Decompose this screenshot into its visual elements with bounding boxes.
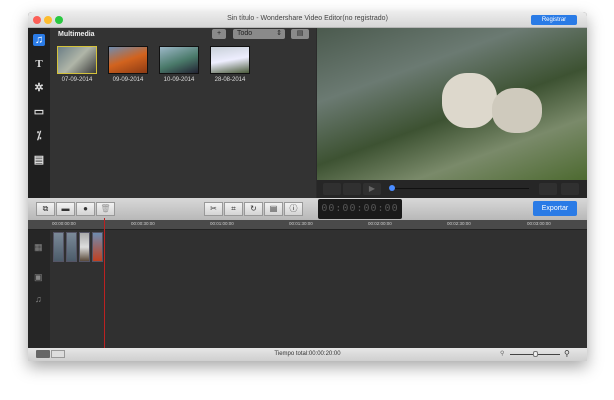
delete-button[interactable]: 🗑: [96, 202, 115, 216]
video-track-icon: ▦: [34, 242, 43, 252]
timeline-clip[interactable]: [66, 232, 77, 262]
export-button[interactable]: Exportar: [533, 201, 577, 216]
title-bar: Sin título - Wondershare Video Editor(no…: [28, 12, 587, 28]
ruler-label: 00:00:30:00: [131, 221, 155, 226]
microphone-button[interactable]: ●: [76, 202, 95, 216]
progress-handle[interactable]: [389, 185, 395, 191]
music-media-icon[interactable]: ♫: [33, 34, 45, 46]
track-headers: ▦ ▣ ♫: [28, 230, 50, 348]
timeline-clip[interactable]: [79, 232, 90, 262]
ruler-label: 00:03:00:00: [527, 221, 551, 226]
sheep-image: [492, 88, 542, 133]
snapshot-button[interactable]: [539, 183, 557, 195]
media-thumbnail[interactable]: [108, 46, 148, 74]
effects-icon[interactable]: ⁒: [33, 130, 45, 142]
split-screen-button[interactable]: ⧉: [36, 202, 55, 216]
ruler-label: 00:01:30:00: [289, 221, 313, 226]
playback-controls: ▶: [317, 180, 587, 198]
cut-button[interactable]: ✂: [204, 202, 223, 216]
magic-wand-icon[interactable]: ✲: [33, 82, 45, 94]
crop-button[interactable]: ⌗: [224, 202, 243, 216]
filter-value: Todo: [237, 30, 253, 37]
media-thumbnail[interactable]: [159, 46, 199, 74]
previous-frame-button[interactable]: [323, 183, 341, 195]
media-date: 10-09-2014: [163, 77, 195, 83]
timeline-clip[interactable]: [92, 232, 103, 262]
info-button[interactable]: ⓘ: [284, 202, 303, 216]
play-button[interactable]: ▶: [363, 183, 381, 195]
chevron-icon: ⇕: [276, 30, 282, 37]
transition-icon[interactable]: ▭: [33, 106, 45, 118]
ruler-label: 00:00:00:00: [52, 221, 76, 226]
ruler-label: 00:02:30:00: [447, 221, 471, 226]
timeline-clip[interactable]: [53, 232, 64, 262]
timeline-ruler[interactable]: 00:00:00:00 00:00:30:00 00:01:00:00 00:0…: [28, 220, 587, 230]
edit-toolbar: ⧉ ▬ ● 🗑 ✂ ⌗ ↻ ▤ ⓘ 00:00:00:00 Exportar: [28, 198, 587, 220]
zoom-out-icon[interactable]: ⚲: [500, 350, 504, 357]
media-date: 09-09-2014: [112, 77, 144, 83]
settings-button[interactable]: ▤: [264, 202, 283, 216]
view-mode-button[interactable]: ▤: [291, 29, 309, 39]
next-frame-button[interactable]: [343, 183, 361, 195]
overlay-track-icon: ▣: [34, 272, 43, 282]
media-date: 07-09-2014: [61, 77, 93, 83]
add-media-button[interactable]: +: [212, 29, 226, 39]
zoom-slider-handle[interactable]: [533, 351, 538, 357]
timeline-tracks[interactable]: ▦ ▣ ♫: [28, 230, 587, 348]
clapboard-icon[interactable]: ▤: [33, 154, 45, 166]
register-button[interactable]: Registrar: [531, 15, 577, 25]
media-date: 28-08-2014: [214, 77, 246, 83]
status-bar: Tiempo total:00:00:20:00 ⚲ ⚲: [28, 348, 587, 361]
sheep-image: [442, 73, 497, 128]
media-panel: Multimedia + Todo ⇕ ▤ 07-09-2014 09-09-20…: [50, 28, 316, 198]
window-title: Sin título - Wondershare Video Editor(no…: [227, 15, 388, 22]
media-thumbnail[interactable]: [210, 46, 250, 74]
fullscreen-button[interactable]: [561, 183, 579, 195]
filter-select[interactable]: Todo ⇕: [233, 29, 285, 39]
app-window: Sin título - Wondershare Video Editor(no…: [28, 12, 587, 361]
video-preview: [317, 28, 587, 180]
media-thumbnail[interactable]: [57, 46, 97, 74]
progress-track[interactable]: [389, 188, 529, 189]
rotate-button[interactable]: ↻: [244, 202, 263, 216]
ruler-label: 00:01:00:00: [210, 221, 234, 226]
ruler-label: 00:02:00:00: [368, 221, 392, 226]
music-track-icon: ♫: [35, 294, 42, 304]
text-icon[interactable]: T: [33, 58, 45, 70]
timecode-display: 00:00:00:00: [318, 199, 402, 219]
zoom-in-icon[interactable]: ⚲: [564, 349, 570, 358]
sidebar: ♫ T ✲ ▭ ⁒ ▤: [28, 28, 50, 198]
camera-button[interactable]: ▬: [56, 202, 75, 216]
media-header: Multimedia: [58, 31, 95, 38]
playhead[interactable]: [104, 218, 105, 348]
